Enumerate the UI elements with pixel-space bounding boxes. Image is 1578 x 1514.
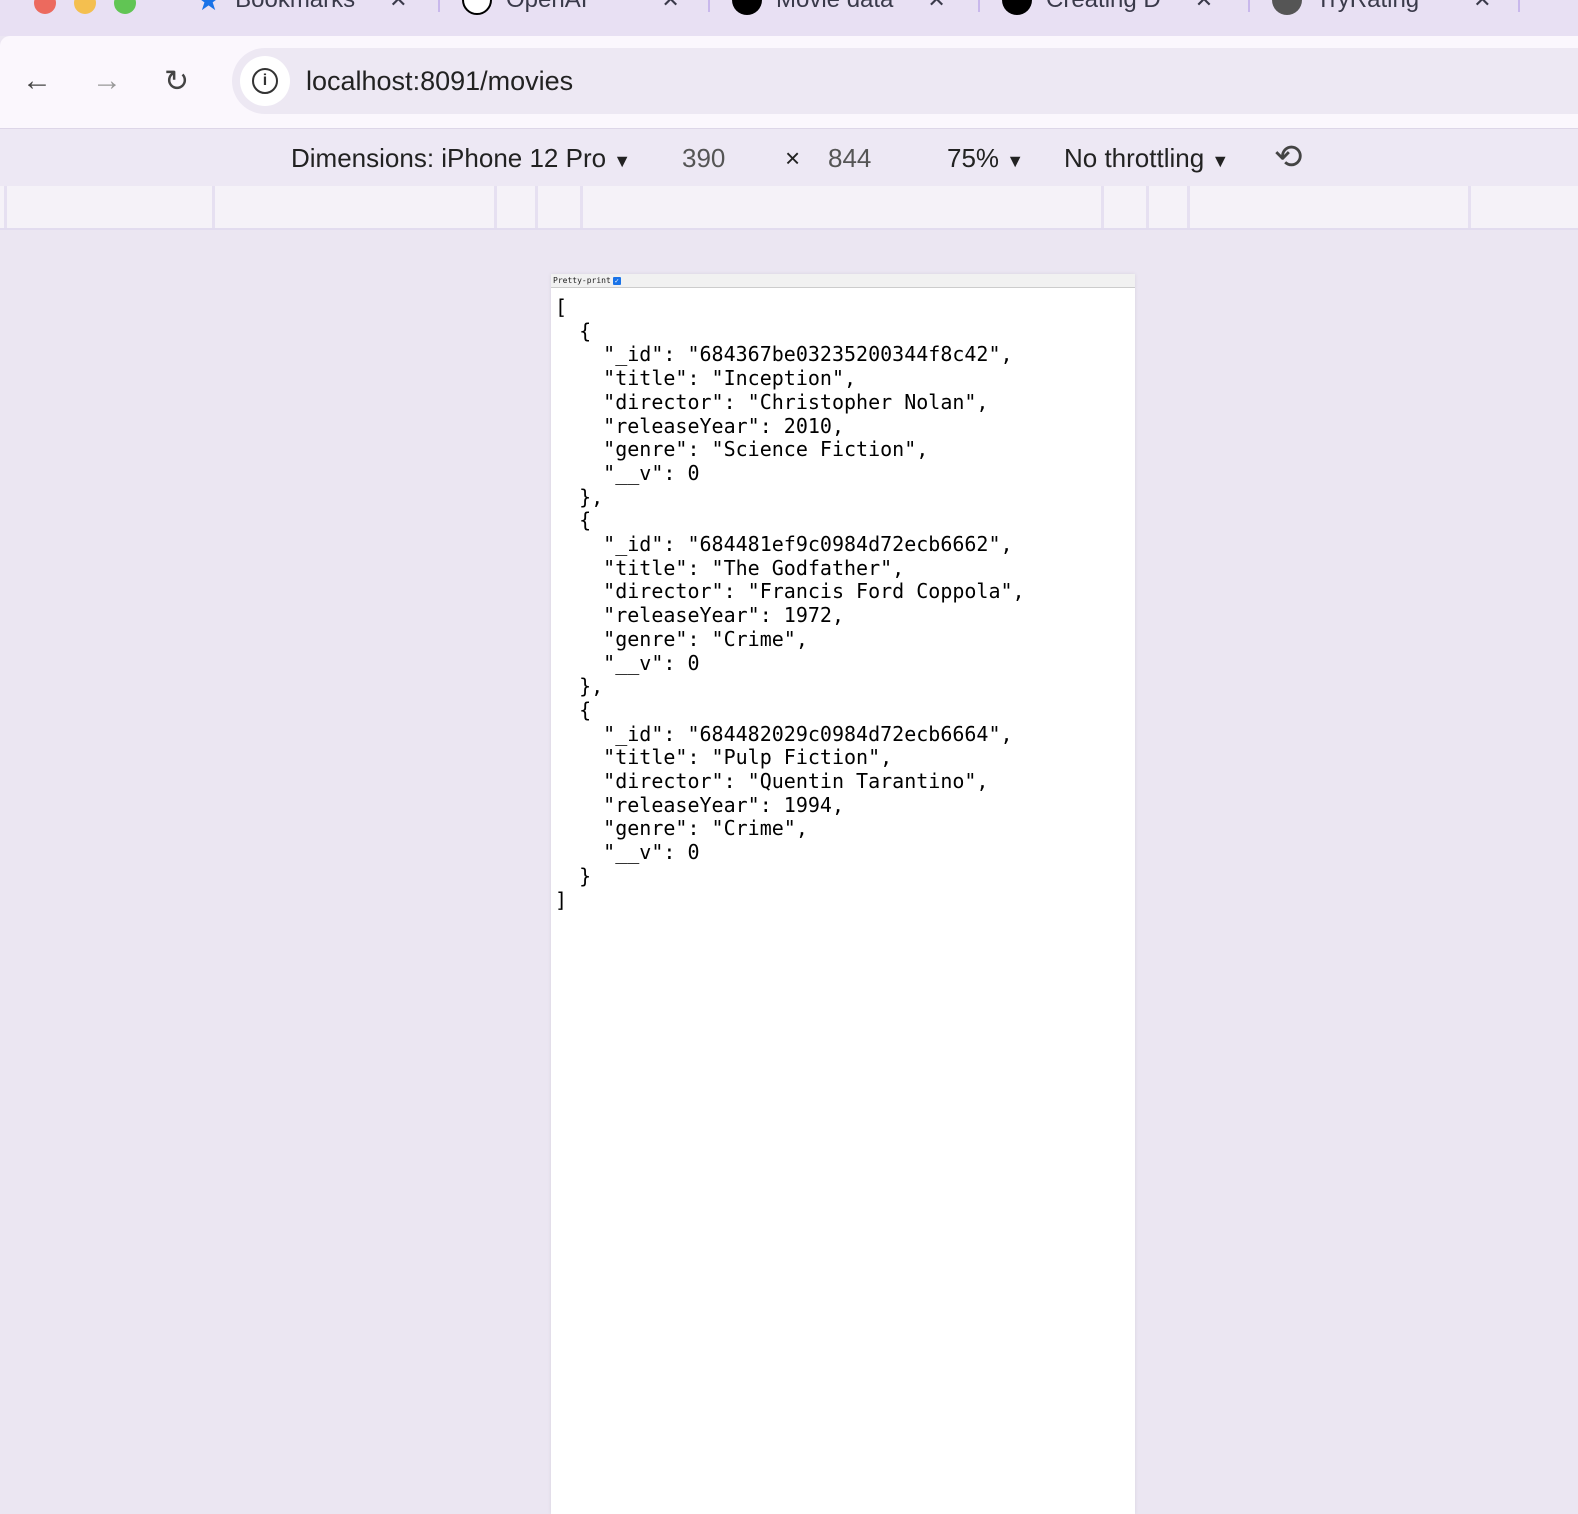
site-info-button[interactable]: i: [240, 56, 290, 106]
json-line: "_id": "684367be03235200344f8c42",: [555, 342, 1013, 367]
json-line: [: [555, 295, 568, 319]
json-line: "title": "Inception",: [555, 366, 857, 391]
tab-movie-data[interactable]: Movie data✕: [732, 0, 946, 15]
json-content: [ { "_id": "684367be03235200344f8c42", "…: [551, 288, 1135, 912]
tryrating-icon: [1272, 0, 1302, 15]
json-line: {: [555, 318, 592, 343]
device-viewport: Pretty-print ✓ [ { "_id": "684367be03235…: [551, 274, 1135, 1514]
json-line: }: [555, 863, 592, 888]
close-tab-icon[interactable]: ✕: [389, 0, 407, 13]
json-line: "director": "Francis Ford Coppola",: [555, 579, 1025, 604]
throttling-dropdown[interactable]: No throttling ▼: [1064, 143, 1229, 174]
json-line: ]: [555, 887, 568, 912]
json-line: "title": "The Godfather",: [555, 555, 905, 580]
dropdown-arrow-icon: ▼: [613, 151, 632, 171]
dropdown-arrow-icon: ▼: [1006, 151, 1025, 171]
address-bar[interactable]: i localhost:8091/movies: [232, 48, 1578, 114]
reload-button[interactable]: ↻: [164, 64, 189, 99]
back-button[interactable]: ←: [22, 64, 52, 98]
json-line: "releaseYear": 1972,: [555, 603, 844, 628]
tab-creating[interactable]: Creating D✕: [1002, 0, 1213, 15]
close-tab-icon[interactable]: ✕: [1195, 0, 1213, 13]
json-line: "genre": "Science Fiction",: [555, 437, 929, 462]
json-line: "__v": 0: [555, 460, 700, 485]
close-window-button[interactable]: [34, 0, 56, 14]
width-input[interactable]: 390: [682, 143, 725, 174]
openai-icon: [1002, 0, 1032, 15]
media-query-ruler: [0, 186, 1578, 230]
json-line: "_id": "684481ef9c0984d72ecb6662",: [555, 532, 1013, 557]
forward-button[interactable]: →: [92, 64, 122, 98]
zoom-dropdown[interactable]: 75% ▼: [947, 143, 1024, 174]
maximize-window-button[interactable]: [114, 0, 136, 14]
dropdown-arrow-icon: ▼: [1211, 151, 1230, 171]
close-tab-icon[interactable]: ✕: [661, 0, 679, 13]
json-line: "director": "Quentin Tarantino",: [555, 769, 989, 794]
json-line: "_id": "684482029c0984d72ecb6664",: [555, 721, 1013, 746]
tab-tryrating[interactable]: TryRating✕: [1272, 0, 1492, 15]
json-line: "releaseYear": 1994,: [555, 792, 844, 817]
device-dimensions-dropdown[interactable]: Dimensions: iPhone 12 Pro ▼: [291, 143, 631, 174]
info-icon: i: [252, 68, 278, 94]
tab-bar: ★Bookmarks✕ OpenAI✕ Movie data✕ Creating…: [0, 0, 1578, 36]
openai-icon: [732, 0, 762, 15]
height-input[interactable]: 844: [828, 143, 871, 174]
url-text[interactable]: localhost:8091/movies: [306, 66, 573, 97]
json-line: {: [555, 697, 592, 722]
json-line: "director": "Christopher Nolan",: [555, 389, 989, 414]
rotate-icon[interactable]: ⟲: [1274, 137, 1303, 177]
device-toolbar: Dimensions: iPhone 12 Pro ▼ 390 × 844 75…: [0, 128, 1578, 186]
minimize-window-button[interactable]: [74, 0, 96, 14]
star-icon: ★: [196, 0, 222, 16]
json-line: "genre": "Crime",: [555, 816, 808, 841]
json-line: "genre": "Crime",: [555, 626, 808, 651]
json-line: "releaseYear": 2010,: [555, 413, 844, 438]
tab-openai[interactable]: OpenAI✕: [462, 0, 680, 15]
openai-icon: [462, 0, 492, 15]
json-line: },: [555, 484, 604, 509]
json-line: "title": "Pulp Fiction",: [555, 745, 893, 770]
json-line: {: [555, 508, 592, 533]
json-line: },: [555, 674, 604, 699]
json-line: "__v": 0: [555, 840, 700, 865]
times-icon: ×: [785, 143, 801, 173]
json-line: "__v": 0: [555, 650, 700, 675]
tab-bookmarks[interactable]: ★Bookmarks✕: [196, 0, 408, 16]
pretty-print-checkbox[interactable]: ✓: [612, 276, 621, 285]
close-tab-icon[interactable]: ✕: [927, 0, 945, 13]
close-tab-icon[interactable]: ✕: [1473, 0, 1491, 13]
pretty-print-bar: Pretty-print ✓: [551, 274, 1135, 288]
